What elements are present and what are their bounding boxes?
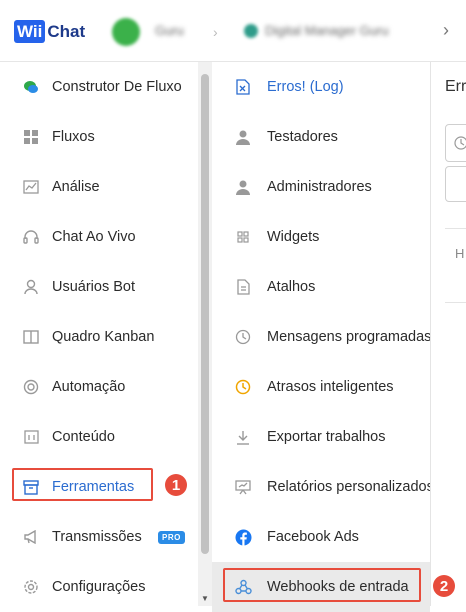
lifebuoy-icon [22,378,40,396]
headset-icon [22,228,40,246]
submenu-item-label: Atalhos [267,279,316,295]
gear-icon [22,578,40,596]
highlight-webhooks [223,568,421,602]
presentation-icon [234,478,252,496]
submenu-item-exportar-trabalhos[interactable]: Exportar trabalhos [212,412,430,462]
submenu-item-label: Facebook Ads [267,529,359,545]
sidebar-item-fluxos[interactable]: Fluxos [0,112,198,162]
main-content: Err H [431,62,466,606]
sidebar-item-label: Chat Ao Vivo [52,229,136,245]
sidebar-item-label: Quadro Kanban [52,329,155,345]
clock-icon [454,136,466,150]
chat-bubbles-icon [22,78,40,96]
submenu-item-atalhos[interactable]: Atalhos [212,262,430,312]
sidebar: Construtor De Fluxo Fluxos Análise Chat … [0,62,198,606]
excel-icon [234,78,252,96]
sidebar-item-automacao[interactable]: Automação [0,362,198,412]
account-icon [244,24,258,38]
submenu-item-label: Relatórios personalizados [267,479,430,495]
chevron-right-icon[interactable]: › [443,20,449,41]
megaphone-icon [22,528,40,546]
submenu-item-testadores[interactable]: Testadores [212,112,430,162]
widget-icon [234,228,252,246]
sidebar-item-label: Construtor De Fluxo [52,79,182,95]
person-icon [234,128,252,146]
user-name[interactable]: Guru [155,23,184,38]
sidebar-item-label: Fluxos [52,129,95,145]
submenu-item-label: Widgets [267,229,320,245]
user-icon [22,278,40,296]
book-icon [22,328,40,346]
submenu-item-label: Mensagens programadas [267,329,430,345]
person-icon [234,178,252,196]
table-header: H [455,246,465,261]
chart-icon [22,178,40,196]
sidebar-scrollbar[interactable]: ▼ [198,62,212,606]
breadcrumb-separator: › [213,24,218,40]
account-name[interactable]: Digital Manager Guru [265,23,389,38]
submenu-item-label: Erros! (Log) [267,79,344,95]
sidebar-item-construtor-de-fluxo[interactable]: Construtor De Fluxo [0,62,198,112]
submenu-item-label: Exportar trabalhos [267,429,386,445]
clock-icon [234,378,252,396]
tools-submenu: Erros! (Log) Testadores Administradores … [212,62,430,612]
filter-select[interactable] [445,166,466,202]
sidebar-item-label: Transmissões [52,529,142,545]
facebook-icon [234,528,252,546]
submenu-item-facebook-ads[interactable]: Facebook Ads [212,512,430,562]
document-icon [234,278,252,296]
submenu-item-administradores[interactable]: Administradores [212,162,430,212]
sidebar-item-label: Conteúdo [52,429,115,445]
submenu-item-erros-log[interactable]: Erros! (Log) [212,62,430,112]
pro-badge: PRO [158,530,185,544]
highlight-ferramentas [12,468,153,501]
submenu-item-widgets[interactable]: Widgets [212,212,430,262]
submenu-item-relatorios-personalizados[interactable]: Relatórios personalizados [212,462,430,512]
logo-chat: Chat [47,21,86,41]
annotation-badge-1: 1 [165,474,187,496]
table-divider [445,302,466,303]
submenu-item-label: Administradores [267,179,372,195]
logo-wii: Wii [14,20,46,43]
grid-icon [22,128,40,146]
avatar[interactable] [112,18,140,46]
sidebar-item-usuarios-bot[interactable]: Usuários Bot [0,262,198,312]
sidebar-item-label: Configurações [52,579,146,595]
page-title: Err [445,78,466,95]
sidebar-item-label: Automação [52,379,126,395]
scroll-down-icon[interactable]: ▼ [201,594,209,603]
calendar-icon [22,428,40,446]
top-bar: Wii Chat Guru › Digital Manager Guru › [0,0,466,62]
sidebar-item-chat-ao-vivo[interactable]: Chat Ao Vivo [0,212,198,262]
submenu-item-label: Testadores [267,129,338,145]
submenu-item-mensagens-programadas[interactable]: Mensagens programadas [212,312,430,362]
scrollbar-thumb[interactable] [201,74,209,554]
submenu-item-atrasos-inteligentes[interactable]: Atrasos inteligentes [212,362,430,412]
sidebar-item-label: Usuários Bot [52,279,136,295]
sidebar-item-label: Análise [52,179,100,195]
sidebar-item-quadro-kanban[interactable]: Quadro Kanban [0,312,198,362]
table-divider [445,228,466,229]
sidebar-item-configuracoes[interactable]: Configurações [0,562,198,612]
submenu-item-label: Atrasos inteligentes [267,379,394,395]
app-logo[interactable]: Wii Chat [14,20,85,43]
sidebar-item-analise[interactable]: Análise [0,162,198,212]
download-icon [234,428,252,446]
sidebar-item-transmissoes[interactable]: Transmissões PRO [0,512,198,562]
date-filter-input[interactable] [445,124,466,162]
clock-icon [234,328,252,346]
sidebar-item-conteudo[interactable]: Conteúdo [0,412,198,462]
